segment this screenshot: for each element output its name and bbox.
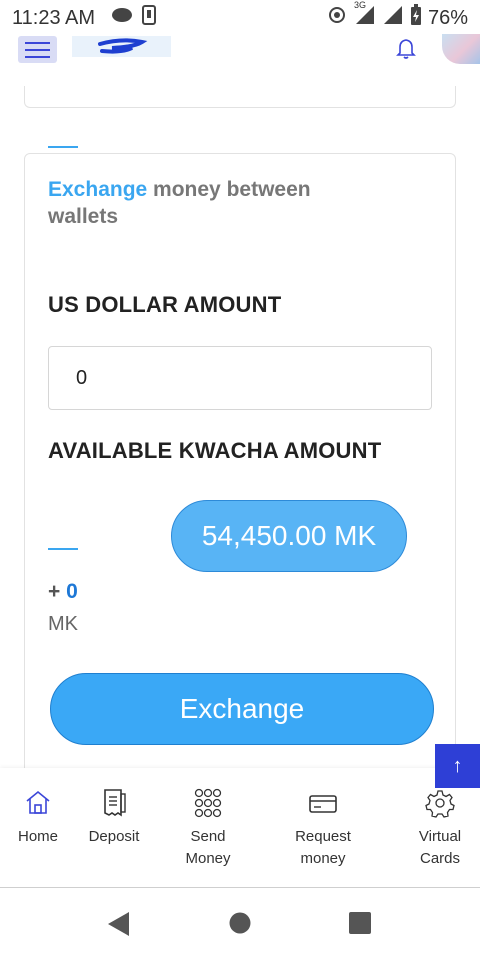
status-time: 11:23 AM (12, 6, 96, 29)
system-nav-bar (0, 888, 480, 960)
usd-amount-label: US DOLLAR AMOUNT (48, 292, 282, 317)
back-icon[interactable] (107, 911, 131, 942)
avatar[interactable] (442, 34, 480, 64)
card-icon (308, 788, 338, 824)
nav-item-send-money[interactable]: Send Money (180, 788, 236, 870)
plus-sign: + (48, 580, 67, 603)
receipt-icon (100, 788, 128, 824)
dots-grid-icon (193, 788, 223, 824)
converted-unit: MK (48, 613, 78, 635)
section-divider (48, 146, 78, 148)
brand-logo[interactable] (72, 36, 171, 57)
title-accent: Exchange (48, 178, 148, 201)
battery-icon (410, 4, 422, 32)
battery-percent: 76% (427, 6, 468, 29)
usd-amount-input[interactable] (48, 346, 432, 410)
kwacha-amount-label: AVAILABLE KWACHA AMOUNT (48, 438, 382, 463)
home-button-icon[interactable] (229, 912, 251, 939)
home-icon (24, 788, 52, 824)
exchange-button[interactable]: Exchange (50, 673, 434, 745)
nav-label: Virtual Cards (418, 828, 462, 867)
bottom-nav: Home Deposit Send Money Request money Vi… (0, 768, 480, 888)
sim-icon (141, 5, 157, 31)
scroll-to-top-button[interactable]: ↑ (435, 744, 480, 788)
hotspot-icon (326, 4, 348, 32)
hamburger-icon[interactable] (18, 36, 57, 63)
kwacha-balance-badge: 54,450.00 MK (171, 500, 407, 572)
bell-icon[interactable] (394, 36, 418, 65)
signal-3g-icon: 3G (354, 0, 376, 32)
converted-amount: + 0 (48, 580, 78, 604)
nav-label: Deposit (88, 828, 140, 845)
previous-card (24, 86, 456, 108)
nav-label: Home (17, 828, 58, 845)
status-bar: 11:23 AM 3G 76% (0, 0, 480, 36)
nav-item-home[interactable]: Home (14, 788, 62, 848)
converted-value: 0 (66, 580, 78, 603)
nav-item-virtual-cards[interactable]: Virtual Cards (414, 788, 466, 870)
nav-item-deposit[interactable]: Deposit (85, 788, 143, 848)
signal-icon (382, 4, 404, 32)
nav-label: Request money (295, 828, 351, 867)
gear-icon (425, 788, 455, 824)
kwacha-divider (48, 548, 78, 550)
nav-item-request-money[interactable]: Request money (290, 788, 356, 870)
top-bar (0, 34, 480, 86)
nav-label: Send Money (185, 828, 231, 867)
card-title: Exchange money between wallets (48, 176, 348, 230)
recents-icon[interactable] (349, 912, 371, 939)
notification-icon (111, 6, 133, 30)
